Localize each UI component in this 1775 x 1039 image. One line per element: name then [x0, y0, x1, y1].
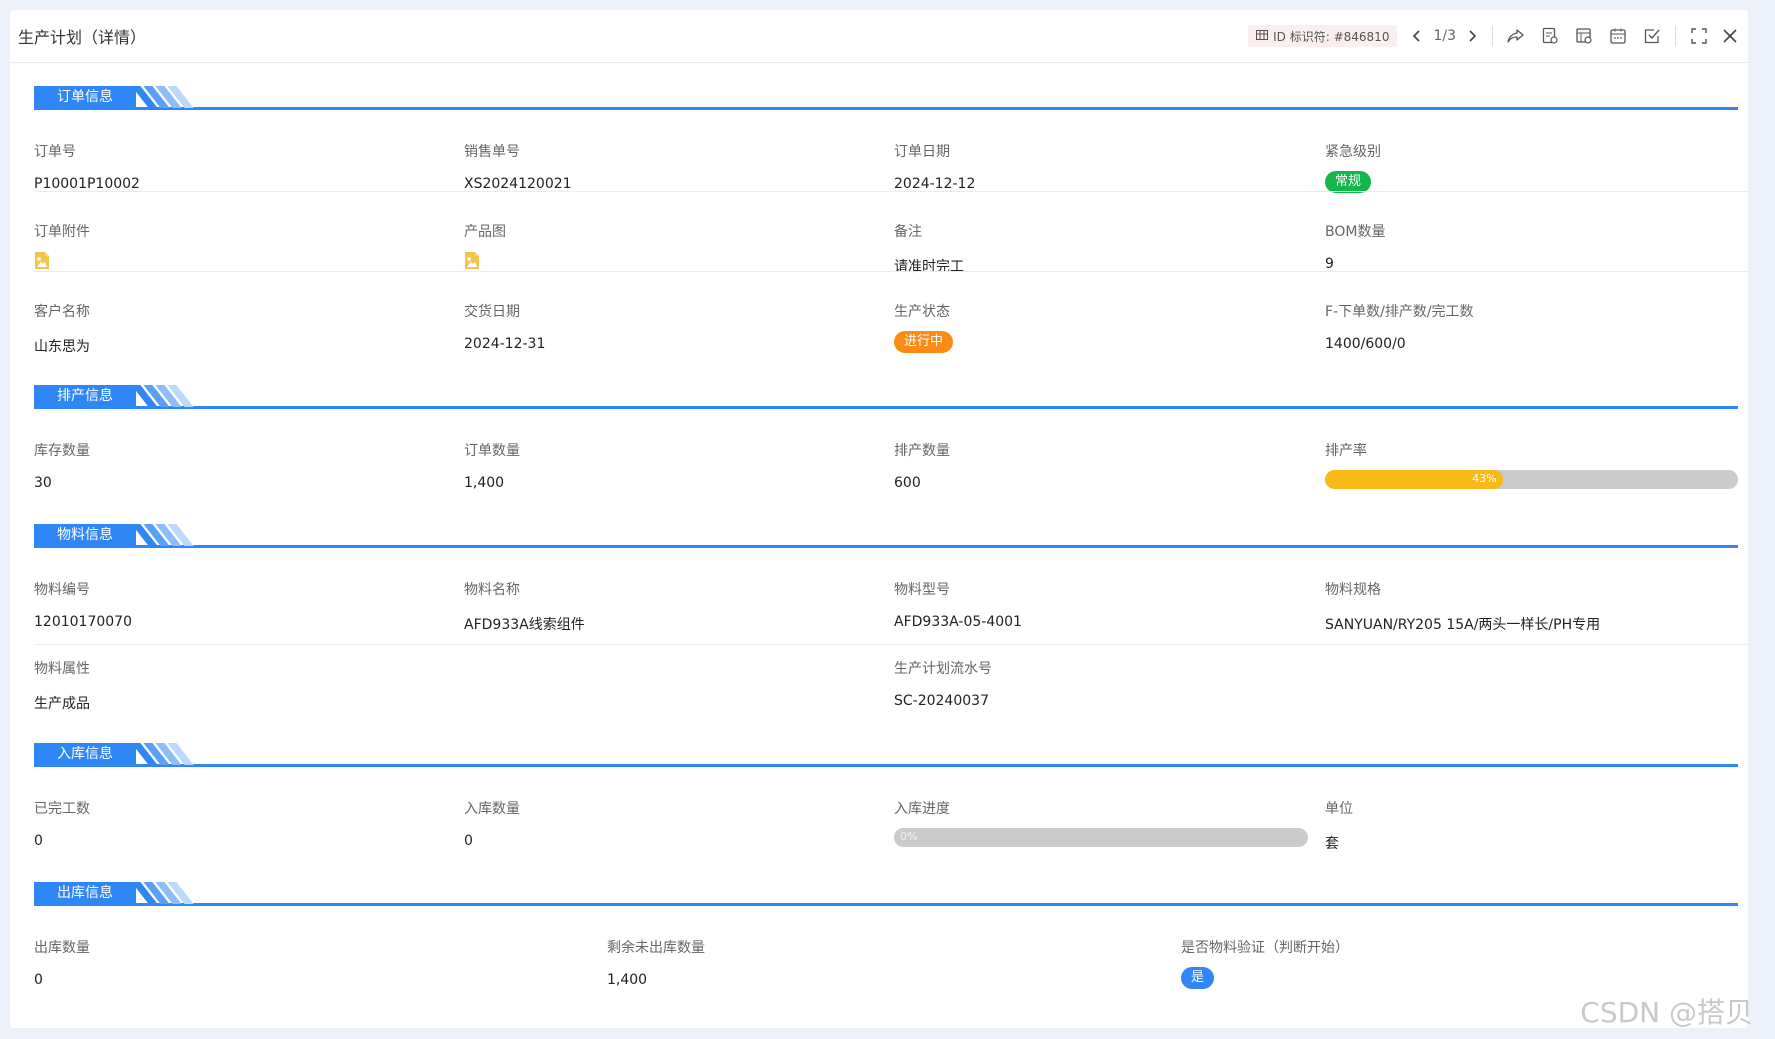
progress-fill: 43%	[1325, 470, 1503, 489]
section-header-inbound: 入库信息	[34, 743, 1738, 767]
field-product-image: 产品图	[464, 221, 506, 274]
section-header-schedule: 排产信息	[34, 385, 1738, 409]
field-urgency: 紧急级别 常规	[1325, 141, 1381, 193]
section-title-schedule: 排产信息	[34, 385, 136, 407]
field-inbound-progress: 入库进度	[894, 801, 950, 817]
share-button[interactable]	[1499, 21, 1533, 51]
field-material-code: 物料编号 12010170070	[34, 582, 132, 630]
approve-icon	[1644, 29, 1660, 44]
field-remaining-qty: 剩余未出库数量 1,400	[607, 940, 705, 988]
field-order-no: 订单号 P10001P10002	[34, 144, 140, 192]
print-icon	[1576, 28, 1592, 44]
verify-badge: 是	[1181, 967, 1215, 989]
field-bom-count: BOM数量 9	[1325, 224, 1386, 272]
field-customer: 客户名称 山东思为	[34, 304, 90, 355]
field-material-spec: 物料规格 SANYUAN/RY205 15A/两头一样长/PH专用	[1325, 582, 1601, 633]
inbound-progress-bar: 0%	[894, 828, 1308, 847]
section-title-outbound: 出库信息	[34, 882, 136, 904]
next-record-button[interactable]	[1458, 21, 1486, 51]
field-done-qty: 已完工数 0	[34, 801, 90, 849]
watermark: CSDN @搭贝	[1580, 996, 1753, 1029]
section-header-order: 订单信息	[34, 86, 1738, 110]
sched-rate-progress-bar: 43%	[1325, 470, 1738, 489]
calendar-icon	[1610, 28, 1626, 44]
section-header-material: 物料信息	[34, 524, 1738, 548]
field-material-attr: 物料属性 生产成品	[34, 661, 90, 712]
field-in-qty: 入库数量 0	[464, 801, 520, 849]
pager-indicator: 1/3	[1433, 28, 1456, 44]
field-out-qty: 出库数量 0	[34, 940, 90, 988]
section-header-outbound: 出库信息	[34, 882, 1738, 906]
record-id-text: ID 标识符: #846810	[1273, 29, 1390, 44]
toolbar-divider	[1675, 26, 1676, 46]
table-icon	[1256, 29, 1269, 44]
field-plan-serial: 生产计划流水号 SC-20240037	[894, 661, 992, 709]
toolbar-divider	[1492, 26, 1493, 46]
fullscreen-button[interactable]	[1682, 21, 1716, 51]
toolbar: ID 标识符: #846810 1/3	[1248, 10, 1744, 62]
field-material-verify: 是否物料验证（判断开始） 是	[1181, 937, 1349, 989]
section-title-order: 订单信息	[34, 86, 136, 108]
urgency-tag: 常规	[1325, 171, 1372, 193]
fullscreen-icon	[1691, 28, 1707, 44]
field-stock-qty: 库存数量 30	[34, 443, 90, 491]
share-icon	[1507, 29, 1524, 43]
field-sales-no: 销售单号 XS2024120021	[464, 144, 572, 192]
field-remark: 备注 请准时完工	[894, 224, 964, 275]
field-material-name: 物料名称 AFD933A线索组件	[464, 582, 585, 633]
print-button[interactable]	[1567, 21, 1601, 51]
report-button[interactable]	[1533, 21, 1567, 51]
section-title-material: 物料信息	[34, 524, 136, 546]
field-counts: F-下单数/排产数/完工数 1400/600/0	[1325, 304, 1474, 352]
field-prod-status: 生产状态 进行中	[894, 301, 954, 353]
field-unit: 单位 套	[1325, 801, 1353, 852]
report-icon	[1542, 27, 1558, 44]
close-icon	[1723, 29, 1737, 43]
field-attachment: 订单附件	[34, 221, 90, 274]
calendar-button[interactable]	[1601, 21, 1635, 51]
approve-button[interactable]	[1635, 21, 1669, 51]
field-order-date: 订单日期 2024-12-12	[894, 144, 976, 192]
field-sched-qty: 排产数量 600	[894, 443, 950, 491]
detail-panel: 生产计划（详情） ID 标识符: #846810 1/3 订单信息 订单号 P1…	[10, 10, 1748, 1028]
field-material-model: 物料型号 AFD933A-05-4001	[894, 582, 1022, 630]
title-bar: 生产计划（详情） ID 标识符: #846810 1/3	[10, 10, 1748, 63]
field-sched-rate: 排产率	[1325, 443, 1367, 459]
section-title-inbound: 入库信息	[34, 743, 136, 765]
prev-record-button[interactable]	[1403, 21, 1431, 51]
page-title: 生产计划（详情）	[18, 28, 147, 47]
record-id-badge[interactable]: ID 标识符: #846810	[1248, 25, 1398, 47]
field-delivery-date: 交货日期 2024-12-31	[464, 304, 546, 352]
chevron-right-icon	[1469, 30, 1477, 42]
chevron-left-icon	[1413, 30, 1421, 42]
field-order-qty: 订单数量 1,400	[464, 443, 520, 491]
status-badge: 进行中	[894, 331, 954, 353]
close-button[interactable]	[1716, 21, 1744, 51]
